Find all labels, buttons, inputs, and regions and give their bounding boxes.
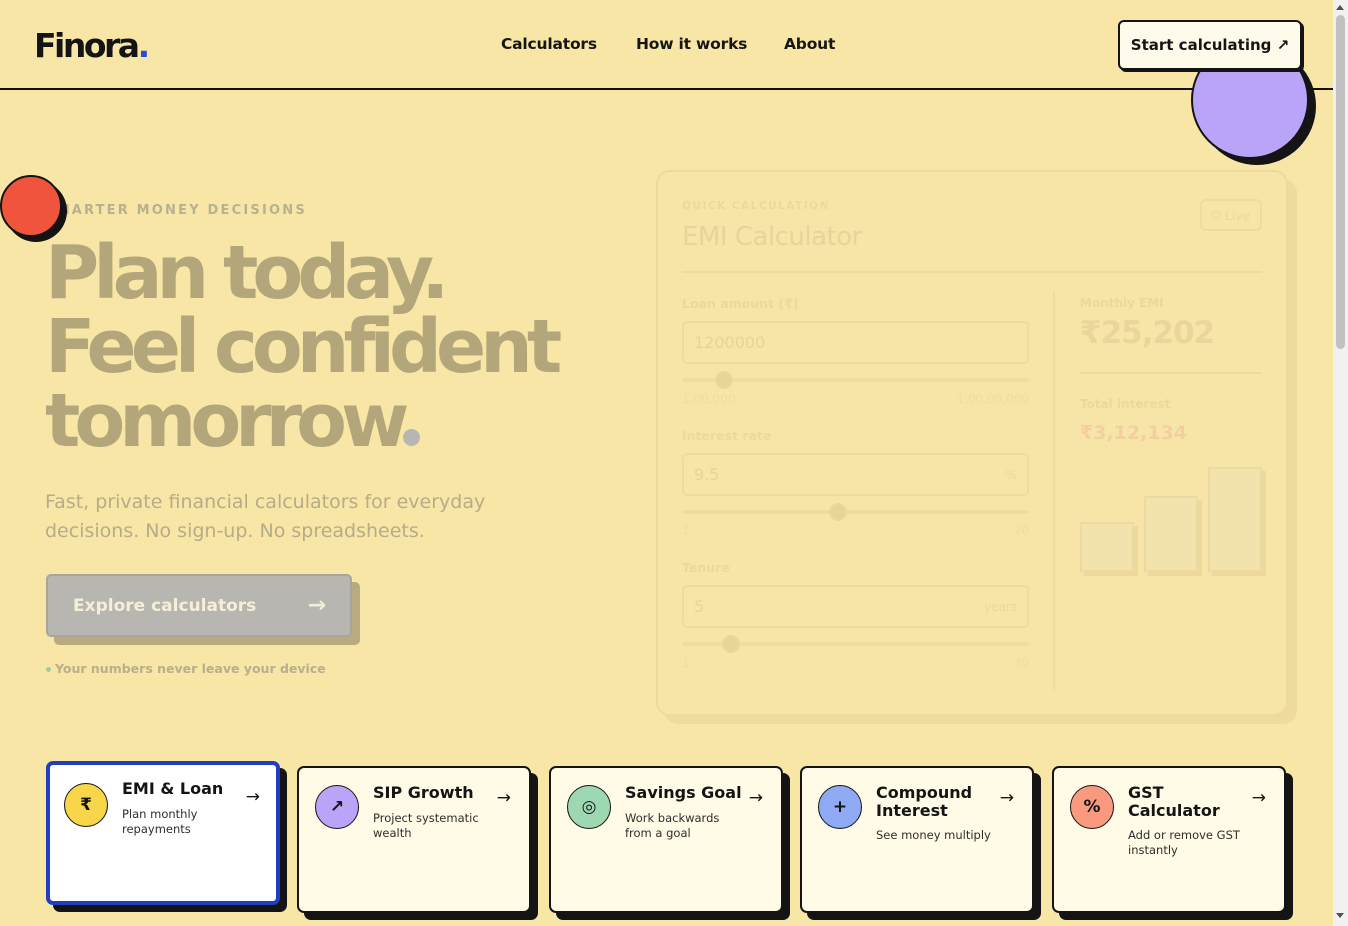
tenure-slider[interactable] <box>682 635 1029 653</box>
card-sip-growth[interactable]: ↗ SIP Growth Project systematic wealth → <box>297 766 531 913</box>
hero-title-line-3: tomorrow <box>45 384 645 458</box>
nav-about[interactable]: About <box>784 35 835 53</box>
monthly-emi-label: Monthly EMI <box>1080 296 1164 310</box>
scroll-down-icon[interactable] <box>1336 913 1344 918</box>
vertical-divider <box>1053 292 1055 690</box>
chart-bar-3 <box>1208 467 1262 572</box>
interest-rate-label: Interest rate <box>682 428 772 443</box>
live-indicator-icon <box>1211 211 1220 219</box>
tenure-input[interactable]: 5 years <box>682 585 1029 628</box>
live-badge-label: Live <box>1224 207 1251 223</box>
tenure-slider-knob[interactable] <box>721 635 740 653</box>
card-compound-interest[interactable]: + Compound Interest See money multiply → <box>800 766 1034 913</box>
privacy-dot-icon <box>46 667 51 672</box>
tenure-value: 5 <box>694 597 705 616</box>
loan-amount-label: Loan amount (₹) <box>682 296 799 311</box>
card-title: EMI & Loan <box>122 779 224 798</box>
rate-range: 1 20 <box>682 523 1029 537</box>
loan-amount-value: 1200000 <box>694 333 766 352</box>
total-interest-label: Total interest <box>1080 397 1171 411</box>
nav-how-it-works[interactable]: How it works <box>636 35 747 53</box>
rate-max: 20 <box>1013 523 1029 537</box>
tenure-min: 1 <box>682 656 690 670</box>
title-dot-icon <box>403 429 421 446</box>
hero-title-line-2: Feel confident <box>45 304 562 390</box>
hero-title-line-1: Plan today. <box>45 230 449 316</box>
card-savings-goal[interactable]: ◎ Savings Goal Work backwards from a goa… <box>549 766 783 913</box>
card-gst-calculator[interactable]: % GST Calculator Add or remove GST insta… <box>1052 766 1286 913</box>
arrow-right-icon: → <box>496 788 511 808</box>
arrow-right-icon: → <box>1251 788 1266 808</box>
rate-slider-knob[interactable] <box>829 503 848 521</box>
interest-rate-unit: % <box>1005 467 1017 482</box>
percent-icon: % <box>1070 785 1114 829</box>
loan-slider-knob[interactable] <box>714 371 733 389</box>
target-icon: ◎ <box>567 785 611 829</box>
arrow-right-icon: → <box>748 788 763 808</box>
plus-icon: + <box>818 785 862 829</box>
tenure-max: 30 <box>1013 656 1029 670</box>
interest-rate-value: 9.5 <box>694 465 720 484</box>
loan-amount-slider[interactable] <box>682 371 1029 389</box>
live-badge: Live <box>1200 199 1262 231</box>
emi-calculator-card: QUICK CALCULATION EMI Calculator Live Lo… <box>656 170 1288 716</box>
card-title: Compound Interest <box>876 783 973 820</box>
hero-subtitle: Fast, private financial calculators for … <box>45 491 486 542</box>
card-emi-loan[interactable]: ₹ EMI & Loan Plan monthly repayments → <box>46 761 280 905</box>
explore-calculators-button[interactable]: Explore calculators → <box>46 574 352 637</box>
hero-title: Plan today. Feel confident tomorrow <box>45 236 645 458</box>
card-title: SIP Growth <box>373 783 474 802</box>
card-description: See money multiply <box>876 828 991 842</box>
card-description: Plan monthly repayments <box>122 807 198 836</box>
calculator-title: EMI Calculator <box>682 222 862 252</box>
scrollbar-thumb[interactable] <box>1336 15 1345 349</box>
chart-bar-1 <box>1080 522 1134 572</box>
interest-rate-slider[interactable] <box>682 503 1029 521</box>
hero-title-line-3-text: tomorrow <box>45 378 409 464</box>
card-description: Work backwards from a goal <box>625 811 720 840</box>
page-scrollbar[interactable] <box>1333 0 1348 926</box>
tenure-label: Tenure <box>682 560 730 575</box>
card-description: Project systematic wealth <box>373 811 479 840</box>
loan-amount-input[interactable]: 1200000 <box>682 321 1029 364</box>
decorative-red-circle <box>0 175 62 237</box>
arrow-right-icon: → <box>307 593 326 618</box>
tenure-range: 1 30 <box>682 656 1029 670</box>
loan-range: 1,00,000 1,00,00,000 <box>682 392 1029 406</box>
monthly-emi-value: ₹25,202 <box>1080 315 1215 351</box>
arrow-right-icon: → <box>999 788 1014 808</box>
trend-arrow-icon: ↗ <box>315 785 359 829</box>
card-title: GST Calculator <box>1128 783 1220 820</box>
rate-min: 1 <box>682 523 690 537</box>
divider <box>682 271 1262 273</box>
logo[interactable]: Finora. <box>34 26 151 65</box>
logo-dot: . <box>137 26 151 65</box>
explore-button-label: Explore calculators <box>73 595 257 616</box>
privacy-note: Your numbers never leave your device <box>46 661 326 676</box>
scroll-up-icon[interactable] <box>1336 5 1344 10</box>
start-calculating-button[interactable]: Start calculating ↗ <box>1118 20 1302 70</box>
arrow-right-icon: → <box>245 787 260 807</box>
result-divider <box>1080 372 1262 374</box>
card-description: Add or remove GST instantly <box>1128 828 1240 857</box>
rupee-icon: ₹ <box>64 783 108 827</box>
total-interest-value: ₹3,12,134 <box>1080 422 1187 444</box>
privacy-note-text: Your numbers never leave your device <box>55 661 326 676</box>
nav-calculators[interactable]: Calculators <box>501 35 597 53</box>
chart-bar-2 <box>1144 496 1198 572</box>
tenure-unit: years <box>983 599 1017 614</box>
hero-eyebrow: SMARTER MONEY DECISIONS <box>45 203 307 218</box>
loan-max: 1,00,00,000 <box>956 392 1029 406</box>
calculator-eyebrow: QUICK CALCULATION <box>682 200 830 212</box>
loan-min: 1,00,000 <box>682 392 736 406</box>
logo-text: Finora <box>34 26 140 65</box>
interest-rate-input[interactable]: 9.5% <box>682 453 1029 496</box>
card-title: Savings Goal <box>625 783 742 802</box>
